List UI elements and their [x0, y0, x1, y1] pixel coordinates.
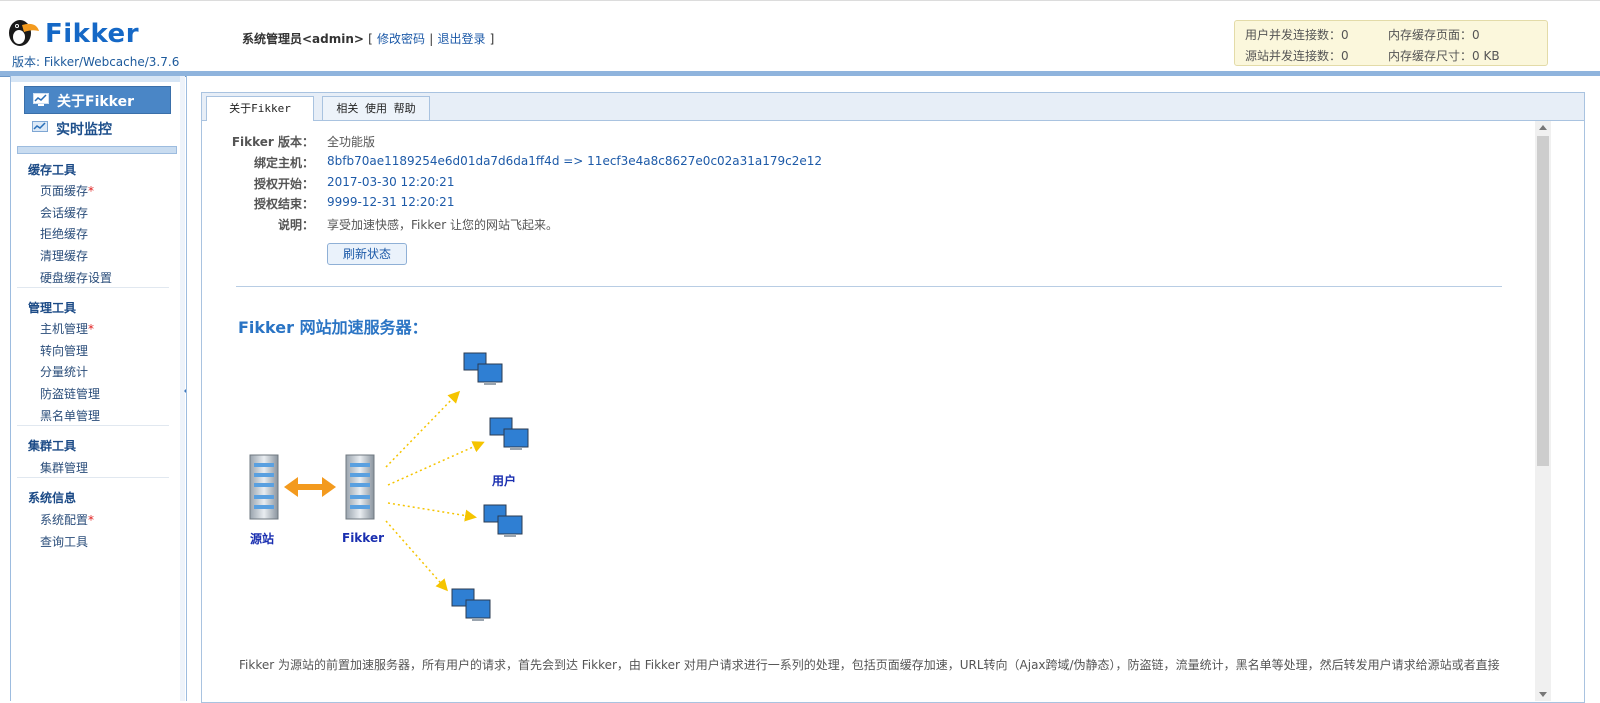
stats-panel: 用户并发连接数：0 内存缓存页面：0 源站并发连接数：0 内存缓存尺寸：0 KB: [1234, 20, 1548, 66]
sidebar-item-redirect-management[interactable]: 转向管理: [40, 342, 88, 359]
sidebar-item-host-management[interactable]: 主机管理*: [40, 320, 94, 337]
license-start-value: 2017-03-30 12:20:21: [327, 175, 455, 189]
sidebar-item-hotlink-protection[interactable]: 防盗链管理: [40, 385, 100, 402]
scroll-thumb[interactable]: [1537, 136, 1549, 466]
user-computer-icon: [489, 417, 529, 450]
sidebar-item-traffic-stats[interactable]: 分量统计: [40, 363, 88, 380]
edition-label: Fikker 版本：: [231, 135, 314, 149]
required-mark: *: [88, 513, 95, 527]
sidebar-item-blacklist-management[interactable]: 黑名单管理: [40, 407, 100, 424]
tab-help[interactable]: 相关 使用 帮助: [322, 96, 430, 120]
sidebar-item-query-tools[interactable]: 查询工具: [40, 533, 88, 550]
version-text: 版本: Fikker/Webcache/3.7.6: [12, 55, 180, 69]
item-label: 拒绝缓存: [40, 227, 89, 241]
item-label: 黑名单管理: [40, 409, 101, 423]
sidebar-item-cluster-management[interactable]: 集群管理: [40, 459, 88, 476]
license-end-label: 授权结束：: [253, 197, 314, 211]
bound-host-value: 8bfb70ae1189254e6d01da7d6da1ff4d => 11ec…: [327, 154, 823, 168]
item-label: 分量统计: [40, 365, 89, 379]
required-mark: *: [88, 184, 95, 198]
item-label: 集群管理: [40, 461, 89, 475]
item-label: 页面缓存: [40, 184, 89, 198]
admin-line: 系统管理员<admin> [ 修改密码 | 退出登录 ]: [242, 30, 494, 47]
group-divider: [17, 425, 169, 426]
sidebar-item-clear-cache[interactable]: 清理缓存: [40, 247, 88, 264]
group-divider: [17, 477, 169, 478]
logout-link[interactable]: 退出登录: [437, 32, 485, 46]
scroll-down-icon[interactable]: [1539, 692, 1547, 697]
vertical-scrollbar[interactable]: [1535, 121, 1551, 701]
nav-about-label: 关于Fikker: [57, 94, 135, 110]
line-chart-icon: [32, 121, 48, 132]
sidebar-top-strip: [11, 76, 181, 82]
origin-server-icon: [249, 454, 279, 520]
tab-bar: 关于Fikker 相关 使用 帮助: [202, 93, 1584, 121]
bracket-open: [: [368, 32, 373, 46]
group-management-tools: 管理工具: [28, 301, 77, 315]
architecture-diagram: 源站 Fikker 用户: [249, 352, 529, 621]
refresh-status-button[interactable]: 刷新状态: [327, 243, 407, 265]
section-title: Fikker 网站加速服务器：: [238, 318, 428, 337]
sidebar-item-disk-cache-settings[interactable]: 硬盘缓存设置: [40, 269, 112, 286]
user-computer-icon: [451, 588, 491, 621]
admin-name: 系统管理员<admin>: [242, 32, 364, 46]
item-label: 系统配置: [40, 513, 89, 527]
item-label: 查询工具: [40, 535, 89, 549]
fikker-label: Fikker: [342, 531, 384, 545]
sidebar-item-system-config[interactable]: 系统配置*: [40, 511, 94, 528]
content-panel: 关于Fikker 相关 使用 帮助 Fikker 版本： 全功能版 绑定主机： …: [201, 92, 1585, 703]
fikker-server-icon: [345, 454, 375, 520]
item-label: 转向管理: [40, 344, 89, 358]
sidebar-item-reject-cache[interactable]: 拒绝缓存: [40, 225, 88, 242]
toucan-logo-icon: [9, 20, 39, 46]
logo-text: Fikker: [45, 19, 140, 49]
origin-connections-stat: 源站并发连接数：0: [1245, 49, 1349, 63]
group-cache-tools: 缓存工具: [28, 163, 77, 177]
item-label: 防盗链管理: [40, 387, 101, 401]
tab-label: 关于Fikker: [229, 102, 291, 115]
memory-pages-stat: 内存缓存页面：0: [1388, 28, 1480, 42]
sidebar-item-session-cache[interactable]: 会话缓存: [40, 204, 88, 221]
link-separator: |: [429, 32, 434, 46]
memory-size-stat: 内存缓存尺寸：0 KB: [1388, 49, 1500, 63]
sidebar: 关于Fikker 实时监控 缓存工具 页面缓存* 会话缓存 拒绝缓存 清理缓存 …: [10, 76, 182, 701]
edition-value: 全功能版: [327, 135, 376, 149]
group-cluster-tools: 集群工具: [28, 439, 77, 453]
tab-about-fikker[interactable]: 关于Fikker: [206, 96, 314, 121]
origin-label: 源站: [250, 531, 274, 546]
users-label: 用户: [491, 473, 516, 488]
license-start-label: 授权开始：: [253, 177, 314, 191]
item-label: 会话缓存: [40, 206, 89, 220]
scroll-up-icon[interactable]: [1539, 125, 1547, 130]
main-area: 关于Fikker 相关 使用 帮助 Fikker 版本： 全功能版 绑定主机： …: [186, 76, 1600, 703]
header: Fikker 版本: Fikker/Webcache/3.7.6 系统管理员<a…: [0, 0, 1600, 77]
sidebar-item-page-cache[interactable]: 页面缓存*: [40, 182, 94, 199]
item-label: 主机管理: [40, 322, 89, 336]
description-paragraph: Fikker 为源站的前置加速服务器，所有用户的请求，首先会到达 Fikker，…: [239, 658, 1500, 672]
description-value: 享受加速快感，Fikker 让您的网站飞起来。: [327, 218, 558, 232]
user-computer-icon: [483, 504, 523, 537]
tab-label: 相关 使用 帮助: [336, 102, 416, 115]
change-password-link[interactable]: 修改密码: [377, 32, 425, 46]
group-system-info: 系统信息: [28, 491, 77, 505]
dotted-arrows: [385, 390, 485, 592]
sidebar-divider: [17, 146, 177, 154]
license-end-value: 9999-12-31 12:20:21: [327, 195, 455, 209]
description-label: 说明：: [277, 218, 314, 232]
nav-monitor-label: 实时监控: [56, 122, 112, 138]
item-label: 清理缓存: [40, 249, 89, 263]
nav-realtime-monitor[interactable]: 实时监控: [24, 115, 169, 141]
bidirectional-arrow-icon: [284, 477, 336, 497]
section-divider: [236, 286, 1502, 287]
monitor-chart-icon: [33, 93, 49, 106]
user-connections-stat: 用户并发连接数：0: [1245, 28, 1349, 42]
bound-host-label: 绑定主机：: [253, 156, 314, 170]
group-divider: [17, 287, 169, 288]
nav-about-fikker[interactable]: 关于Fikker: [24, 86, 171, 114]
user-computer-icon: [463, 352, 503, 385]
required-mark: *: [88, 322, 95, 336]
bracket-close: ]: [489, 32, 495, 46]
item-label: 硬盘缓存设置: [40, 271, 113, 285]
